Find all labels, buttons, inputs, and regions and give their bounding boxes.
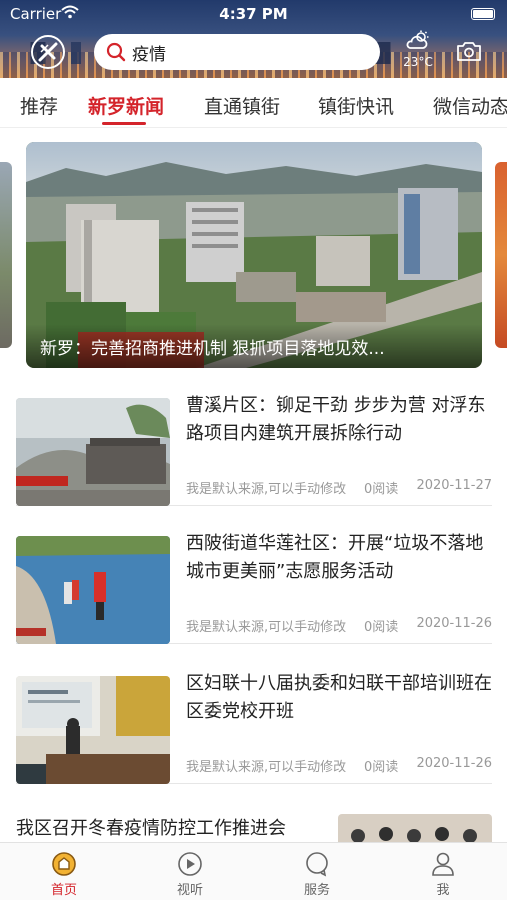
tabbar-me[interactable]: 我 <box>403 851 483 898</box>
banner-caption: 新罗：完善招商推进机制 狠抓项目落地见效... <box>26 324 482 368</box>
tabbar-label: 我 <box>436 883 450 898</box>
news-item[interactable]: 曹溪片区：铆足干劲 步步为营 对浮东路项目内建筑开展拆除行动 我是默认来源,可以… <box>16 382 492 506</box>
news-read-count: 0阅读 <box>364 482 399 497</box>
app-header: Carrier 4:37 PM 23°C <box>0 0 507 78</box>
search-input[interactable] <box>132 42 352 62</box>
search-bar[interactable] <box>94 34 380 70</box>
banner-next-peek[interactable] <box>495 162 507 348</box>
tabbar-label: 视听 <box>176 883 203 898</box>
news-meta: 我是默认来源,可以手动修改 0阅读 2020-11-26 <box>186 616 492 635</box>
news-title: 区妇联十八届执委和妇联干部培训班在区委党校开班 <box>186 673 492 722</box>
news-thumbnail <box>16 676 170 784</box>
tab-town-flash[interactable]: 镇街快讯 <box>318 92 394 119</box>
tab-wechat-updates[interactable]: 微信动态 <box>433 92 507 119</box>
news-date: 2020-11-26 <box>416 756 492 771</box>
news-thumbnail <box>338 814 492 842</box>
status-bar: Carrier 4:37 PM <box>0 4 507 24</box>
news-title: 西陂街道华莲社区：开展“垃圾不落地 城市更美丽”志愿服务活动 <box>186 533 484 582</box>
news-source: 我是默认来源,可以手动修改 <box>186 760 347 775</box>
play-icon <box>178 852 202 876</box>
news-read-count: 0阅读 <box>364 760 399 775</box>
news-source: 我是默认来源,可以手动修改 <box>186 482 347 497</box>
news-date: 2020-11-27 <box>416 478 492 493</box>
news-thumbnail <box>16 398 170 506</box>
tabbar-label: 服务 <box>303 883 330 898</box>
tab-xinluo-news[interactable]: 新罗新闻 <box>88 92 164 119</box>
app-logo-icon[interactable] <box>30 34 66 70</box>
camera-icon[interactable] <box>456 40 482 66</box>
news-thumbnail <box>16 536 170 644</box>
cloud-sun-icon <box>406 30 429 49</box>
tabbar-service[interactable]: 服务 <box>277 851 357 898</box>
banner-prev-peek[interactable] <box>0 162 12 348</box>
category-tabs: 推荐 新罗新闻 直通镇街 镇街快讯 微信动态 <box>0 78 507 128</box>
tab-town-direct[interactable]: 直通镇街 <box>204 92 280 119</box>
status-time: 4:37 PM <box>219 5 288 23</box>
news-title: 我区召开冬春疫情防控工作推进会 <box>16 818 286 839</box>
news-read-count: 0阅读 <box>364 620 399 635</box>
home-icon <box>52 852 76 876</box>
tabbar-home[interactable]: 首页 <box>24 851 104 898</box>
news-meta: 我是默认来源,可以手动修改 0阅读 2020-11-26 <box>186 756 492 775</box>
search-icon <box>106 42 126 62</box>
tabbar-label: 首页 <box>50 883 77 898</box>
active-tab-indicator <box>102 122 146 125</box>
temperature-label: 23°C <box>403 55 433 69</box>
banner-carousel[interactable]: 新罗：完善招商推进机制 狠抓项目落地见效... <box>26 142 482 368</box>
battery-icon <box>471 8 495 20</box>
news-item[interactable]: 区妇联十八届执委和妇联干部培训班在区委党校开班 我是默认来源,可以手动修改 0阅… <box>16 660 492 784</box>
news-date: 2020-11-26 <box>416 616 492 631</box>
weather-widget[interactable]: 23°C <box>400 30 436 70</box>
bottom-tab-bar: 首页 视听 服务 我 <box>0 842 507 900</box>
user-icon <box>432 852 454 876</box>
news-item[interactable]: 我区召开冬春疫情防控工作推进会 <box>16 800 492 842</box>
news-source: 我是默认来源,可以手动修改 <box>186 620 347 635</box>
news-item[interactable]: 西陂街道华莲社区：开展“垃圾不落地 城市更美丽”志愿服务活动 我是默认来源,可以… <box>16 520 492 644</box>
news-meta: 我是默认来源,可以手动修改 0阅读 2020-11-27 <box>186 478 492 497</box>
tabbar-video[interactable]: 视听 <box>150 851 230 898</box>
news-title: 曹溪片区：铆足干劲 步步为营 对浮东路项目内建筑开展拆除行动 <box>186 395 486 444</box>
tab-recommend[interactable]: 推荐 <box>20 92 58 119</box>
service-icon <box>306 852 328 877</box>
